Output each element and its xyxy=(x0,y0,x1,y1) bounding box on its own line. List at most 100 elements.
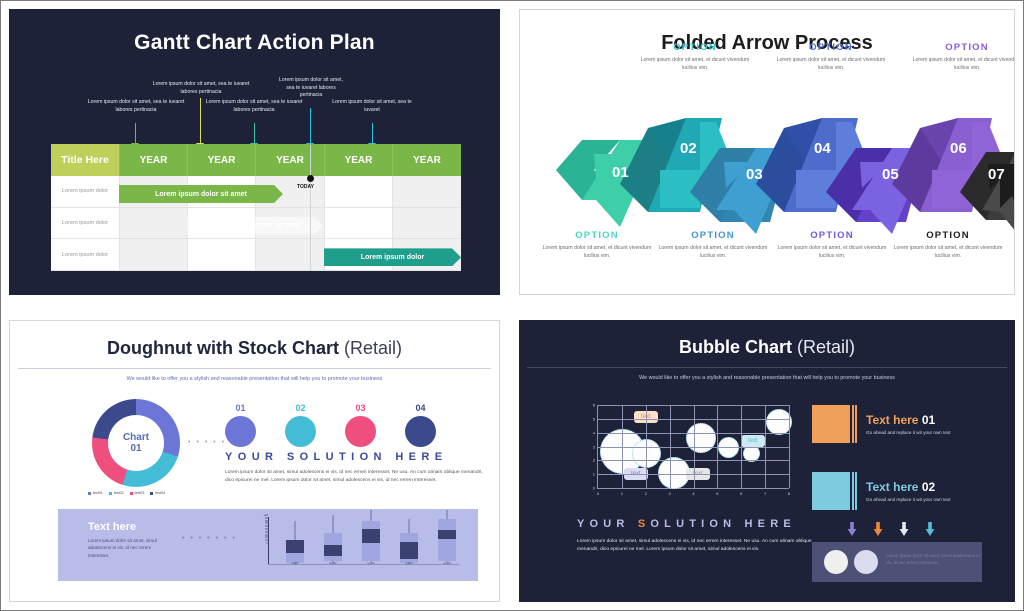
gantt-header-year-1: YEAR xyxy=(119,144,187,176)
arrow-option-block-02[interactable]: OPTION Lorem ipsum dolor sit amet, et di… xyxy=(632,42,758,73)
legend-swatch-01 xyxy=(812,405,850,443)
slide-gantt-chart[interactable]: Gantt Chart Action Plan Lorem ipsum dolo… xyxy=(9,9,500,295)
stock-candle-2[interactable]: text02 xyxy=(318,515,348,565)
legend-swatch xyxy=(108,491,112,495)
bubble-x-tick: 3 xyxy=(668,491,671,496)
bubble-x-tick: 1 xyxy=(620,491,623,496)
circle-shape-02 xyxy=(285,416,316,447)
arrow-option-block-06[interactable]: OPTION Lorem ipsum dolor sit amet, et di… xyxy=(904,42,1015,73)
gantt-header-year-5: YEAR xyxy=(392,144,461,176)
arrow-option-title-03: OPTION xyxy=(691,230,735,241)
gantt-cell xyxy=(187,239,255,272)
stock-candle-4[interactable]: text04 xyxy=(394,515,424,565)
gantt-cell xyxy=(255,239,324,272)
arrow-number-04: 04 xyxy=(814,140,831,157)
arrow-option-block-05[interactable]: OPTION Lorem ipsum dolor sit amet, et di… xyxy=(769,230,895,261)
legend-item: text02 xyxy=(108,491,124,495)
arrow-option-block-03[interactable]: OPTION Lorem ipsum dolor sit amet, et di… xyxy=(650,230,776,261)
stock-candle-1[interactable]: text01 xyxy=(280,515,310,565)
bubble-arrow-row xyxy=(847,522,935,536)
footer-circle-2 xyxy=(854,550,878,574)
circle-item-03[interactable]: 03 xyxy=(345,403,376,447)
gantt-table-row[interactable]: Lorem ipsum dolor Lorem ipsum dolor xyxy=(51,239,461,272)
circle-number-02: 02 xyxy=(295,403,306,413)
bubble-legend-card-2[interactable]: Text here 02 Go ahead and replace it wit… xyxy=(812,472,951,510)
doughnut-center-line2: 01 xyxy=(130,443,142,454)
circle-item-04[interactable]: 04 xyxy=(405,403,436,447)
arrow-option-desc-07: Lorem ipsum dolor sit amet, et dicunt vi… xyxy=(893,245,1003,259)
gantt-table-row[interactable]: Lorem ipsum dolor Lorem ipsum dolor sit … xyxy=(51,207,461,240)
stock-panel-title: Text here xyxy=(88,521,137,533)
gantt-header-year-3: YEAR xyxy=(255,144,324,176)
gantt-annotation-line-3 xyxy=(254,123,255,145)
arrow-option-block-07[interactable]: OPTION Lorem ipsum dolor sit amet, et di… xyxy=(885,230,1011,261)
stock-y-axis xyxy=(268,517,269,565)
gantt-bar-3[interactable]: Lorem ipsum dolor xyxy=(324,248,461,266)
arrow-down-icon-3[interactable] xyxy=(899,522,909,536)
doughnut-stock-panel[interactable]: Text here Lorem ipsum dolor sit amet, si… xyxy=(58,509,478,581)
slide-folded-arrow-process[interactable]: Folded Arrow Process 01 02 03 04 05 06 0… xyxy=(519,9,1015,295)
stock-x-label-3: text03 xyxy=(367,561,375,565)
circle-item-02[interactable]: 02 xyxy=(285,403,316,447)
bubble-title-bold: Bubble Chart xyxy=(678,337,792,357)
legend-swatch xyxy=(150,491,154,495)
legend-body-02: Go ahead and replace it wit your own tex… xyxy=(866,497,951,502)
arrow-option-block-04[interactable]: OPTION Lorem ipsum dolor sit amet, et di… xyxy=(768,42,894,73)
arrow-option-desc-04: Lorem ipsum dolor sit amet, et dicunt vi… xyxy=(776,57,886,71)
bubble-plot[interactable]: text text text text 0123456780123456 xyxy=(577,403,792,505)
gantt-table-row[interactable]: Lorem ipsum dolor Lorem ipsum dolor sit … xyxy=(51,176,461,208)
arrow-down-icon-2[interactable] xyxy=(873,522,883,536)
bubble-x-tick: 4 xyxy=(692,491,695,496)
circle-item-01[interactable]: 01 xyxy=(225,403,256,447)
bubble-title-thin: (Retail) xyxy=(797,337,856,357)
arrow-down-icon-4[interactable] xyxy=(925,522,935,536)
arrow-number-05: 05 xyxy=(882,166,899,183)
doughnut-center-line1: Chart xyxy=(122,431,150,443)
arrow-option-desc-02: Lorem ipsum dolor sit amet, et dicunt vi… xyxy=(640,57,750,71)
gantt-bar-2[interactable]: Lorem ipsum dolor sit amet xyxy=(187,217,323,235)
gantt-cell xyxy=(392,176,461,208)
legend-text-01: Text here 01 Go ahead and replace it wit… xyxy=(866,413,951,435)
legend-heading-02-a: Text here xyxy=(866,480,919,494)
slide-bubble-chart[interactable]: Bubble Chart (Retail) We would like to o… xyxy=(519,320,1015,602)
bubble-y-tick: 4 xyxy=(592,430,595,436)
bubble-grid: text text text text 0123456780123456 xyxy=(593,403,792,496)
grid-line-h xyxy=(598,474,789,476)
bubble-point-5[interactable] xyxy=(718,437,739,458)
bubble-legend-card-1[interactable]: Text here 01 Go ahead and replace it wit… xyxy=(812,405,951,443)
candle-body-dark xyxy=(400,542,418,559)
arrow-down-icon-1[interactable] xyxy=(847,522,857,536)
stock-candle-5[interactable]: text05 xyxy=(432,510,462,565)
bubble-y-tick: 3 xyxy=(592,444,595,449)
legend-swatch xyxy=(129,491,133,495)
bubble-footer-text: Lorem ipsum dolor sit amet, simul adoles… xyxy=(886,553,980,566)
bubble-point-4[interactable] xyxy=(686,423,716,453)
stock-panel-body: Lorem ipsum dolor sit amet, simul adoles… xyxy=(88,538,157,558)
bubble-y-tick: 5 xyxy=(592,416,595,422)
stock-chart: 100 90 80 70 60 50 40 30 20 10 0 text01 text02 tex… xyxy=(258,510,463,577)
legend-heading-01: Text here 01 xyxy=(866,413,951,427)
stock-candle-3[interactable]: text03 xyxy=(356,510,386,565)
circle-number-03: 03 xyxy=(355,403,366,413)
gantt-row-label-3: Lorem ipsum dolor xyxy=(51,239,119,272)
bubble-callout-2[interactable]: text xyxy=(741,435,765,447)
bubble-y-tick: 0 xyxy=(592,485,595,491)
grid-line-v xyxy=(789,405,790,488)
slide-doughnut-stock-chart[interactable]: Doughnut with Stock Chart (Retail) We wo… xyxy=(9,320,500,602)
bubble-footer-box[interactable]: Lorem ipsum dolor sit amet, simul adoles… xyxy=(812,542,982,582)
arrow-option-block-01[interactable]: OPTION Lorem ipsum dolor sit amet, et di… xyxy=(534,230,660,261)
circle-number-04: 04 xyxy=(415,403,426,413)
gantt-cell xyxy=(119,239,187,272)
legend-bars-01 xyxy=(852,405,857,443)
legend-body-01: Go ahead and replace it wit your own tex… xyxy=(866,430,951,435)
gantt-bar-1[interactable]: Lorem ipsum dolor sit amet xyxy=(119,185,283,203)
bubble-solution-heading: YOUR SOLUTION HERE xyxy=(577,518,796,530)
doughnut-title-bold: Doughnut with Stock Chart xyxy=(106,338,339,358)
doughnut-chart[interactable]: Chart 01 text01 text02 text03 text04 xyxy=(88,399,200,499)
bubble-title-divider xyxy=(527,367,1007,368)
arrow-option-desc-06: Lorem ipsum dolor sit amet, et dicunt vi… xyxy=(912,57,1015,71)
bubble-x-tick: 0 xyxy=(596,491,600,496)
arrow-number-03: 03 xyxy=(746,166,763,183)
legend-heading-02: Text here 02 xyxy=(866,480,951,494)
arrow-number-02: 02 xyxy=(680,140,697,157)
